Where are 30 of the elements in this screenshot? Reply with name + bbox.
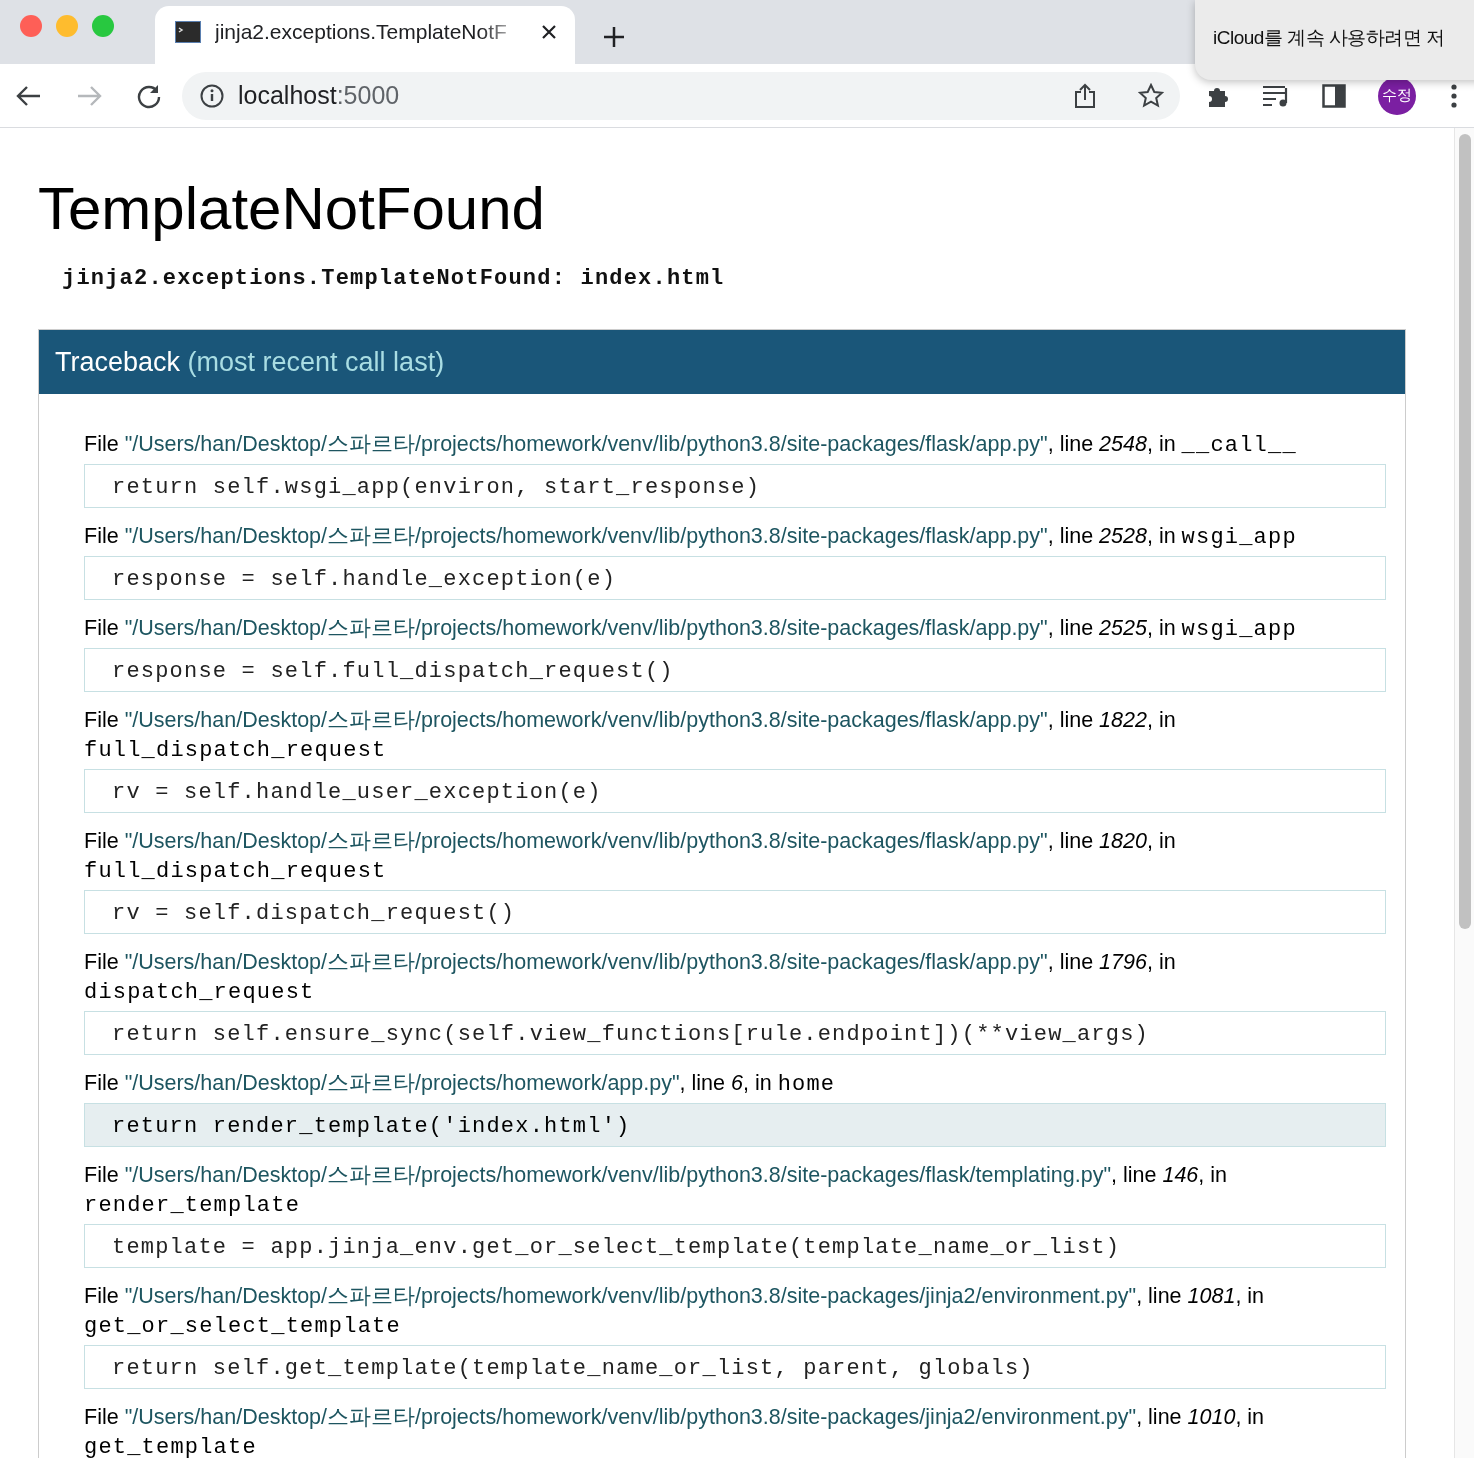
- more-icon[interactable]: [1450, 82, 1458, 109]
- new-tab-icon[interactable]: [603, 26, 625, 48]
- star-icon[interactable]: [1138, 82, 1164, 109]
- info-icon: [200, 83, 224, 108]
- tab-title: jinja2.exceptions.TemplateNotF: [215, 19, 508, 46]
- back-icon[interactable]: [16, 84, 42, 107]
- frame-location: File "/Users/han/Desktop/스파르타/projects/homework/venv/lib/python3.8/site-packages/jinja2/environment.py", line 1010, in get_template: [84, 1404, 1266, 1458]
- scrollbar[interactable]: [1454, 128, 1474, 1458]
- share-icon[interactable]: [1074, 82, 1096, 109]
- notification-popup[interactable]: iCloud를 계속 사용하려면 저: [1195, 0, 1474, 80]
- notification-text: iCloud를 계속 사용하려면 저: [1213, 27, 1445, 48]
- frame-location: File "/Users/han/Desktop/스파르타/projects/homework/venv/lib/python3.8/site-packages/flask/templating.py", line 146, in render_template: [84, 1162, 1228, 1220]
- url-text: localhost:5000: [238, 79, 401, 111]
- frame-location: File "/Users/han/Desktop/스파르타/projects/homework/venv/lib/python3.8/site-packages/flask/app.py", line 2525, in wsgi_app: [84, 615, 1298, 644]
- traceback-header: Traceback (most recent call last): [39, 330, 1405, 394]
- address-bar[interactable]: localhost:5000: [182, 71, 1180, 120]
- frame-location: File "/Users/han/Desktop/스파르타/projects/homework/venv/lib/python3.8/site-packages/flask/app.py", line 1820, in full_dispatch_request: [84, 828, 1177, 886]
- scrollbar-thumb[interactable]: [1459, 134, 1471, 929]
- frame-location: File "/Users/han/Desktop/스파르타/projects/homework/venv/lib/python3.8/site-packages/flask/app.py", line 2528, in wsgi_app: [84, 523, 1298, 552]
- frame-location: File "/Users/han/Desktop/스파르타/projects/homework/venv/lib/python3.8/site-packages/flask/app.py", line 1796, in dispatch_request: [84, 949, 1177, 1007]
- browser-tab[interactable]: jinja2.exceptions.TemplateNotF: [155, 6, 575, 64]
- frame-location: File "/Users/han/Desktop/스파르타/projects/homework/venv/lib/python3.8/site-packages/flask/app.py", line 2548, in __call__: [84, 431, 1298, 460]
- frame-location: File "/Users/han/Desktop/스파르타/projects/homework/app.py", line 6, in home: [84, 1070, 837, 1099]
- frame-location: File "/Users/han/Desktop/스파르타/projects/homework/venv/lib/python3.8/site-packages/flask/app.py", line 1822, in full_dispatch_request: [84, 707, 1177, 765]
- side-panel-icon[interactable]: [1322, 83, 1346, 108]
- terminal-icon: [175, 21, 201, 43]
- frame-location: File "/Users/han/Desktop/스파르타/projects/homework/venv/lib/python3.8/site-packages/jinja2/environment.py", line 1081, in get_or_select_template: [84, 1283, 1266, 1341]
- close-icon[interactable]: [541, 24, 557, 40]
- exception-message: jinja2.exceptions.TemplateNotFound: index.html: [62, 265, 726, 293]
- error-title: TemplateNotFound: [38, 176, 546, 242]
